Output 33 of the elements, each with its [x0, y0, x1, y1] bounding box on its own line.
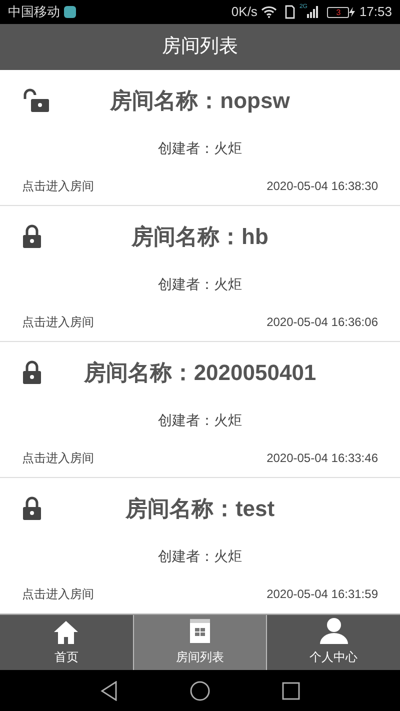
back-icon[interactable]: [100, 680, 118, 700]
created-time: 2020-05-04 16:31:59: [266, 586, 378, 602]
home-icon: [53, 620, 80, 644]
sim-icon: [285, 5, 296, 19]
clock-time: 17:53: [359, 3, 392, 22]
enter-room-link[interactable]: 点击进入房间: [22, 584, 94, 602]
room-name: 房间名称：nopsw: [110, 86, 290, 115]
room-name: 房间名称：test: [125, 494, 275, 522]
created-time: 2020-05-04 16:33:46: [266, 450, 378, 466]
recents-icon[interactable]: [282, 682, 300, 700]
room-creator: 创建者：火炬: [158, 274, 242, 294]
carrier-name: 中国移动: [8, 3, 60, 22]
wifi-icon: [261, 6, 278, 18]
created-time: 2020-05-04 16:38:30: [266, 178, 378, 194]
enter-room-link[interactable]: 点击进入房间: [22, 176, 94, 194]
created-time: 2020-05-04 16:36:06: [266, 314, 378, 330]
room-name: 房间名称：hb: [132, 222, 268, 250]
person-icon: [320, 618, 348, 644]
room-creator: 创建者：火炬: [158, 546, 242, 566]
enter-room-link[interactable]: 点击进入房间: [22, 448, 94, 466]
battery-level: 3: [327, 6, 350, 18]
charging-icon: [349, 7, 356, 17]
notification-icon: [64, 6, 76, 18]
signal-icon: [307, 6, 320, 18]
room-creator: 创建者：火炬: [158, 410, 242, 430]
room-creator: 创建者：火炬: [158, 138, 242, 158]
enter-room-link[interactable]: 点击进入房间: [22, 312, 94, 330]
page-title: 房间列表: [162, 34, 238, 59]
building-icon: [189, 618, 211, 644]
nav-tab[interactable]: 房间列表: [132, 615, 266, 670]
home-button-icon[interactable]: [190, 680, 210, 700]
network-speed: 0K/s: [231, 3, 258, 22]
room-name: 房间名称：2020050401: [84, 358, 316, 386]
